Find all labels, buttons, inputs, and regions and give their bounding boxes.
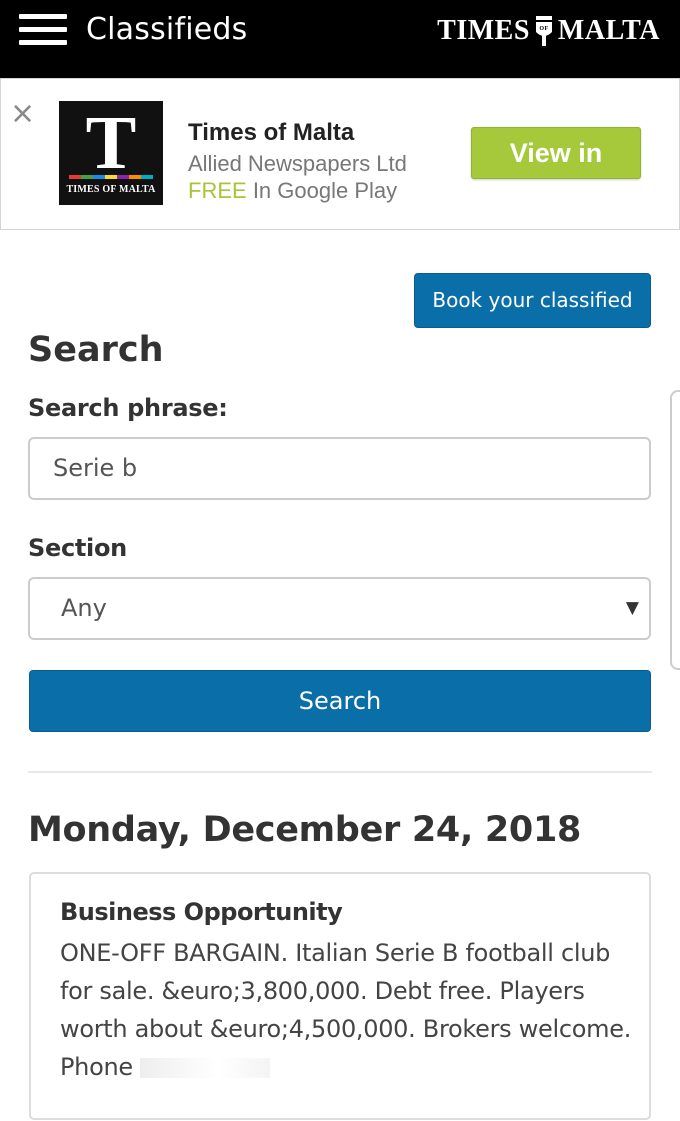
redacted-phone-number [140,1058,271,1078]
search-heading: Search [28,330,164,370]
icon-strip-segment [117,175,129,179]
svg-text:OF: OF [539,26,548,32]
app-icon-letter: T [85,101,137,185]
top-bar: Classifieds TIMES OF MALTA [0,0,680,78]
section-label: Section [28,534,127,562]
divider [28,771,652,773]
logo-text-times: TIMES [437,15,530,46]
app-price-free: FREE [188,178,247,203]
app-icon[interactable]: T TIMES OF MALTA [59,101,163,205]
chevron-down-icon: ▼ [625,598,639,618]
section-select[interactable]: Any ▼ [28,577,651,640]
listing-text: ONE-OFF BARGAIN. Italian Serie B footbal… [60,934,635,1086]
app-name: Times of Malta [188,119,355,146]
search-phrase-label: Search phrase: [28,394,228,422]
crest-icon: OF [535,16,552,46]
logo-text-malta: MALTA [557,15,660,46]
icon-strip-segment [81,175,93,179]
search-button[interactable]: Search [29,670,651,732]
app-icon-color-strip [69,175,153,179]
icon-strip-segment [105,175,117,179]
section-select-value: Any [61,594,107,622]
app-install-banner: × T TIMES OF MALTA Times of Malta Allied… [0,78,680,230]
side-scroll-tab[interactable] [670,390,680,670]
classified-listing-card[interactable]: Business Opportunity ONE-OFF BARGAIN. It… [29,872,651,1120]
book-classified-button[interactable]: Book your classified [414,273,651,328]
hamburger-menu-icon[interactable] [19,14,67,46]
times-of-malta-logo[interactable]: TIMES OF MALTA [437,14,660,48]
icon-strip-segment [141,175,153,179]
search-phrase-input[interactable]: Serie b [28,437,651,500]
app-publisher: Allied Newspapers Ltd [188,151,407,176]
icon-strip-segment [129,175,141,179]
view-in-store-button[interactable]: View in Store [471,127,641,218]
app-price: FREE In Google Play [188,178,397,204]
icon-strip-segment [93,175,105,179]
listing-category: Business Opportunity [60,898,343,926]
app-icon-caption: TIMES OF MALTA [66,184,156,195]
icon-strip-segment [69,175,81,179]
close-icon[interactable]: × [10,99,35,129]
results-date-heading: Monday, December 24, 2018 [28,810,582,850]
page-title: Classifieds [86,12,248,47]
app-price-store: In Google Play [252,178,398,203]
